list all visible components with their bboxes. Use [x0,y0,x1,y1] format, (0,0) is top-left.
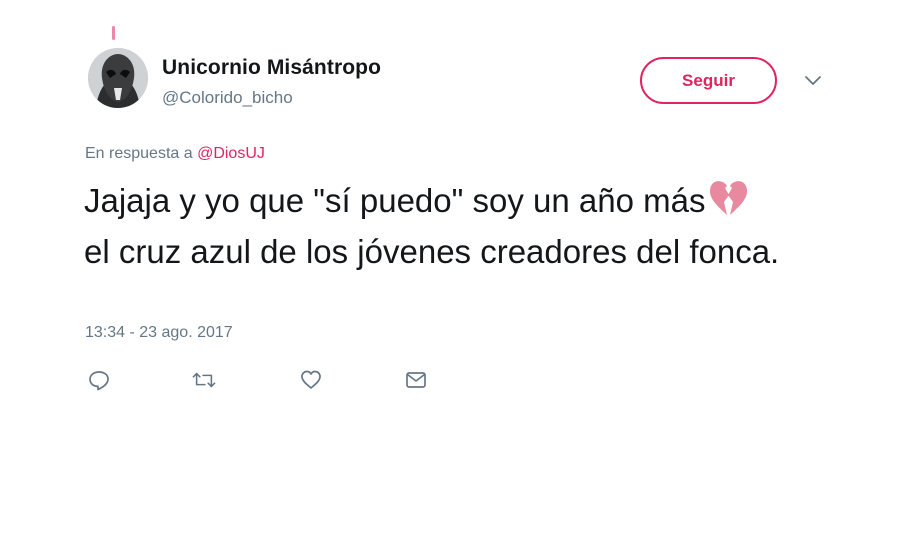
broken-heart-icon [707,178,749,229]
message-icon[interactable] [404,368,428,392]
author-handle[interactable]: @Colorido_bicho [162,88,293,108]
follow-button[interactable]: Seguir [640,57,777,104]
author-name[interactable]: Unicornio Misántropo [162,56,381,80]
reply-icon[interactable] [87,368,111,392]
reply-context: En respuesta a @DiosUJ [85,145,265,163]
tweet-text: Jajaja y yo que "sí puedo" soy un año má… [84,178,844,274]
retweet-icon[interactable] [192,368,216,392]
tweet-text-continued: el cruz azul de los jóvenes creadores de… [84,233,780,270]
tweet-text-line1: Jajaja y yo que "sí puedo" soy un año má… [84,182,706,219]
chevron-down-icon[interactable] [803,73,823,87]
masked-figure-avatar-icon [88,48,148,108]
thread-connector-line [112,26,115,40]
reply-prefix: En respuesta a [85,145,198,162]
avatar[interactable] [88,48,148,108]
tweet-timestamp[interactable]: 13:34 - 23 ago. 2017 [85,324,233,342]
like-icon[interactable] [299,368,323,392]
reply-mention-link[interactable]: @DiosUJ [197,145,265,162]
